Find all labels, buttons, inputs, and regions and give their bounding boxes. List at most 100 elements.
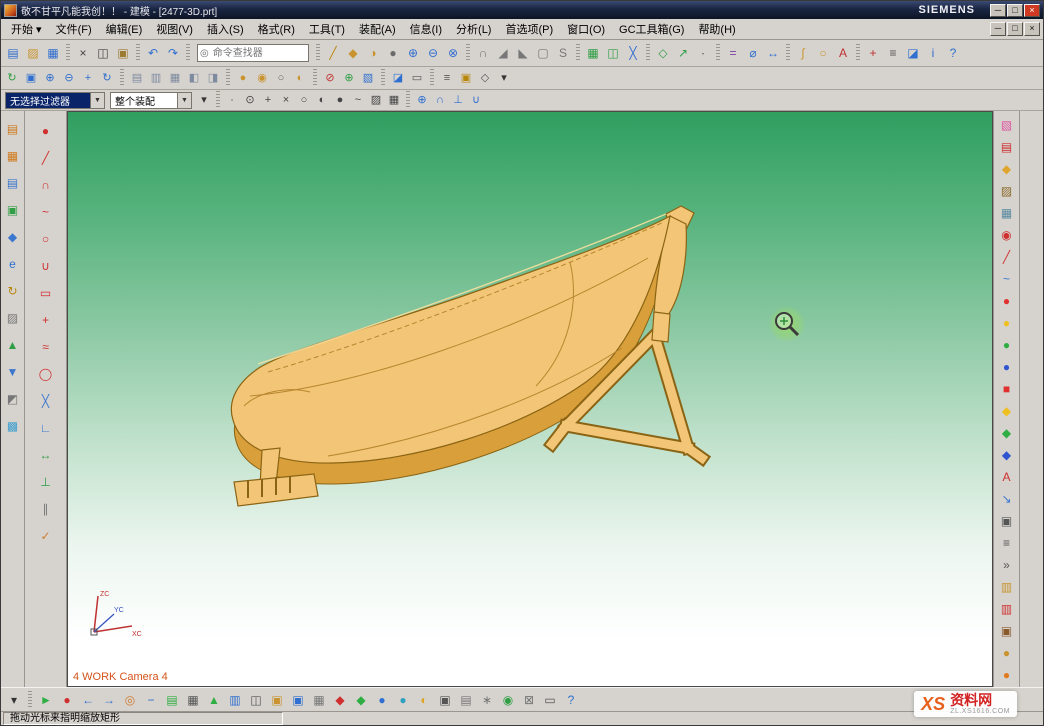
curve-rule-button[interactable]: ∩ bbox=[431, 91, 449, 109]
menu-file[interactable]: 文件(F) bbox=[49, 19, 99, 39]
split-view-button[interactable]: ◫ bbox=[246, 690, 266, 710]
existing-point-snap-button[interactable]: ● bbox=[331, 91, 349, 109]
reuse-library-tab[interactable]: ▣ bbox=[3, 200, 22, 219]
system-scenes-tab[interactable]: ▩ bbox=[3, 416, 22, 435]
blue-dot-button[interactable]: ● bbox=[372, 690, 392, 710]
show-constraints-tool[interactable]: ∥ bbox=[36, 499, 55, 518]
assembly-navigator-tab[interactable]: ▤ bbox=[3, 119, 22, 138]
child-restore-button[interactable]: □ bbox=[1007, 22, 1023, 36]
help-small-button[interactable]: ? bbox=[561, 690, 581, 710]
magnify-button[interactable]: ⊕ bbox=[413, 91, 431, 109]
wcs-dynamics-button[interactable]: + bbox=[863, 43, 883, 63]
green-diamond-button[interactable]: ◆ bbox=[351, 690, 371, 710]
minimize-button[interactable]: ─ bbox=[990, 4, 1006, 17]
expression-button[interactable]: = bbox=[723, 43, 743, 63]
camera-view-button[interactable]: ▣ bbox=[435, 690, 455, 710]
point-on-curve-snap-button[interactable]: ~ bbox=[349, 91, 367, 109]
trim-body-button[interactable]: ╳ bbox=[623, 43, 643, 63]
menu-analysis[interactable]: 分析(L) bbox=[449, 19, 498, 39]
refresh-button[interactable]: ↻ bbox=[3, 69, 21, 87]
offset-curve-tool[interactable]: ≈ bbox=[36, 337, 55, 356]
wcs-triad[interactable]: XC YC ZC bbox=[82, 586, 142, 644]
realistic-render-icon[interactable]: ▧ bbox=[997, 115, 1016, 134]
gold-box-button[interactable]: ▣ bbox=[267, 690, 287, 710]
pattern-feature-button[interactable]: ▦ bbox=[583, 43, 603, 63]
scene-settings-icon[interactable]: ▦ bbox=[997, 203, 1016, 222]
table-button[interactable]: ▦ bbox=[183, 690, 203, 710]
hide-object-button[interactable]: ⊘ bbox=[321, 69, 339, 87]
orange-disc-icon[interactable]: ● bbox=[997, 665, 1016, 684]
subtract-button[interactable]: ⊖ bbox=[423, 43, 443, 63]
red-square-icon[interactable]: ■ bbox=[997, 379, 1016, 398]
menu-assemblies[interactable]: 装配(A) bbox=[352, 19, 403, 39]
menu-start[interactable]: 开始 ▾ bbox=[4, 19, 49, 39]
fillet-tool[interactable]: ∪ bbox=[36, 256, 55, 275]
blue-box-button[interactable]: ▣ bbox=[288, 690, 308, 710]
maximize-button[interactable]: □ bbox=[1007, 4, 1023, 17]
globe-button[interactable]: ◉ bbox=[498, 690, 518, 710]
green-triangle-button[interactable]: ▲ bbox=[204, 690, 224, 710]
pan-button[interactable]: + bbox=[79, 69, 97, 87]
save-button[interactable]: ▦ bbox=[43, 43, 63, 63]
selection-filter-dropdown[interactable]: 无选择过滤器 ▼ bbox=[5, 92, 105, 109]
mid-point-snap-button[interactable]: ⊙ bbox=[241, 91, 259, 109]
child-close-button[interactable]: × bbox=[1024, 22, 1040, 36]
datum-plane-button[interactable]: ◇ bbox=[653, 43, 673, 63]
hole-button[interactable]: ● bbox=[383, 43, 403, 63]
point-button[interactable]: ∙ bbox=[693, 43, 713, 63]
redo-button[interactable]: ↷ bbox=[163, 43, 183, 63]
new-file-button[interactable]: ▤ bbox=[3, 43, 23, 63]
stop-button[interactable]: ● bbox=[57, 690, 77, 710]
target-button[interactable]: ◎ bbox=[120, 690, 140, 710]
chevron-down-icon[interactable]: ▼ bbox=[177, 93, 191, 108]
measure-distance-button[interactable]: ⌀ bbox=[743, 43, 763, 63]
hd3d-tools-tab[interactable]: ◆ bbox=[3, 227, 22, 246]
layout-button[interactable]: ▤ bbox=[162, 690, 182, 710]
red-diamond-button[interactable]: ◆ bbox=[330, 690, 350, 710]
blue-cube-icon[interactable]: ◆ bbox=[997, 445, 1016, 464]
spline-tool[interactable]: ~ bbox=[36, 202, 55, 221]
document-button[interactable]: ▤ bbox=[456, 690, 476, 710]
chart-button[interactable]: ▥ bbox=[225, 690, 245, 710]
model-3d-part[interactable] bbox=[218, 200, 728, 540]
red-sphere-icon[interactable]: ● bbox=[997, 291, 1016, 310]
cyan-dot-button[interactable]: ● bbox=[393, 690, 413, 710]
yellow-cube-icon[interactable]: ◆ bbox=[997, 401, 1016, 420]
arc-tool[interactable]: ∩ bbox=[36, 175, 55, 194]
manufacturing-wizards-tab[interactable]: ▼ bbox=[3, 362, 22, 381]
layer-button[interactable]: ≡ bbox=[438, 69, 456, 87]
text-button[interactable]: A bbox=[833, 43, 853, 63]
perspective-button[interactable]: ◇ bbox=[476, 69, 494, 87]
brown-box-icon[interactable]: ▣ bbox=[997, 621, 1016, 640]
make-corner-tool[interactable]: ∟ bbox=[36, 418, 55, 437]
intersect-button[interactable]: ⊗ bbox=[443, 43, 463, 63]
mirror-feature-button[interactable]: ◫ bbox=[603, 43, 623, 63]
bounded-grid-snap-button[interactable]: ▦ bbox=[385, 91, 403, 109]
part-navigator-tab[interactable]: ▤ bbox=[3, 173, 22, 192]
menu-insert[interactable]: 插入(S) bbox=[200, 19, 251, 39]
menu-window[interactable]: 窗口(O) bbox=[560, 19, 612, 39]
end-point-snap-button[interactable]: ∙ bbox=[223, 91, 241, 109]
quick-trim-tool[interactable]: ╳ bbox=[36, 391, 55, 410]
studio-view-button[interactable]: ◐ bbox=[291, 69, 309, 87]
unite-button[interactable]: ⊕ bbox=[403, 43, 423, 63]
line-tool[interactable]: ╱ bbox=[36, 148, 55, 167]
command-finder-input[interactable] bbox=[211, 47, 306, 60]
right-view-button[interactable]: ▦ bbox=[166, 69, 184, 87]
system-materials-tab[interactable]: ▨ bbox=[3, 308, 22, 327]
selection-scope-dropdown[interactable]: 整个装配 ▼ bbox=[110, 92, 192, 109]
copy-button[interactable]: ◫ bbox=[93, 43, 113, 63]
help-button[interactable]: ? bbox=[943, 43, 963, 63]
boxed-x-button[interactable]: ⊠ bbox=[519, 690, 539, 710]
red-stack-icon[interactable]: ▥ bbox=[997, 599, 1016, 618]
menu-help[interactable]: 帮助(H) bbox=[691, 19, 742, 39]
profile-tool[interactable]: ● bbox=[36, 121, 55, 140]
menu-format[interactable]: 格式(R) bbox=[251, 19, 302, 39]
tube-button[interactable]: ○ bbox=[813, 43, 833, 63]
isometric-view-button[interactable]: ◧ bbox=[185, 69, 203, 87]
move-object-button[interactable]: ↔ bbox=[763, 43, 783, 63]
forward-button[interactable]: → bbox=[99, 690, 119, 710]
menu-gc-toolbox[interactable]: GC工具箱(G) bbox=[612, 19, 691, 39]
spotlight-icon[interactable]: ◉ bbox=[997, 225, 1016, 244]
menu-preferences[interactable]: 首选项(P) bbox=[498, 19, 560, 39]
